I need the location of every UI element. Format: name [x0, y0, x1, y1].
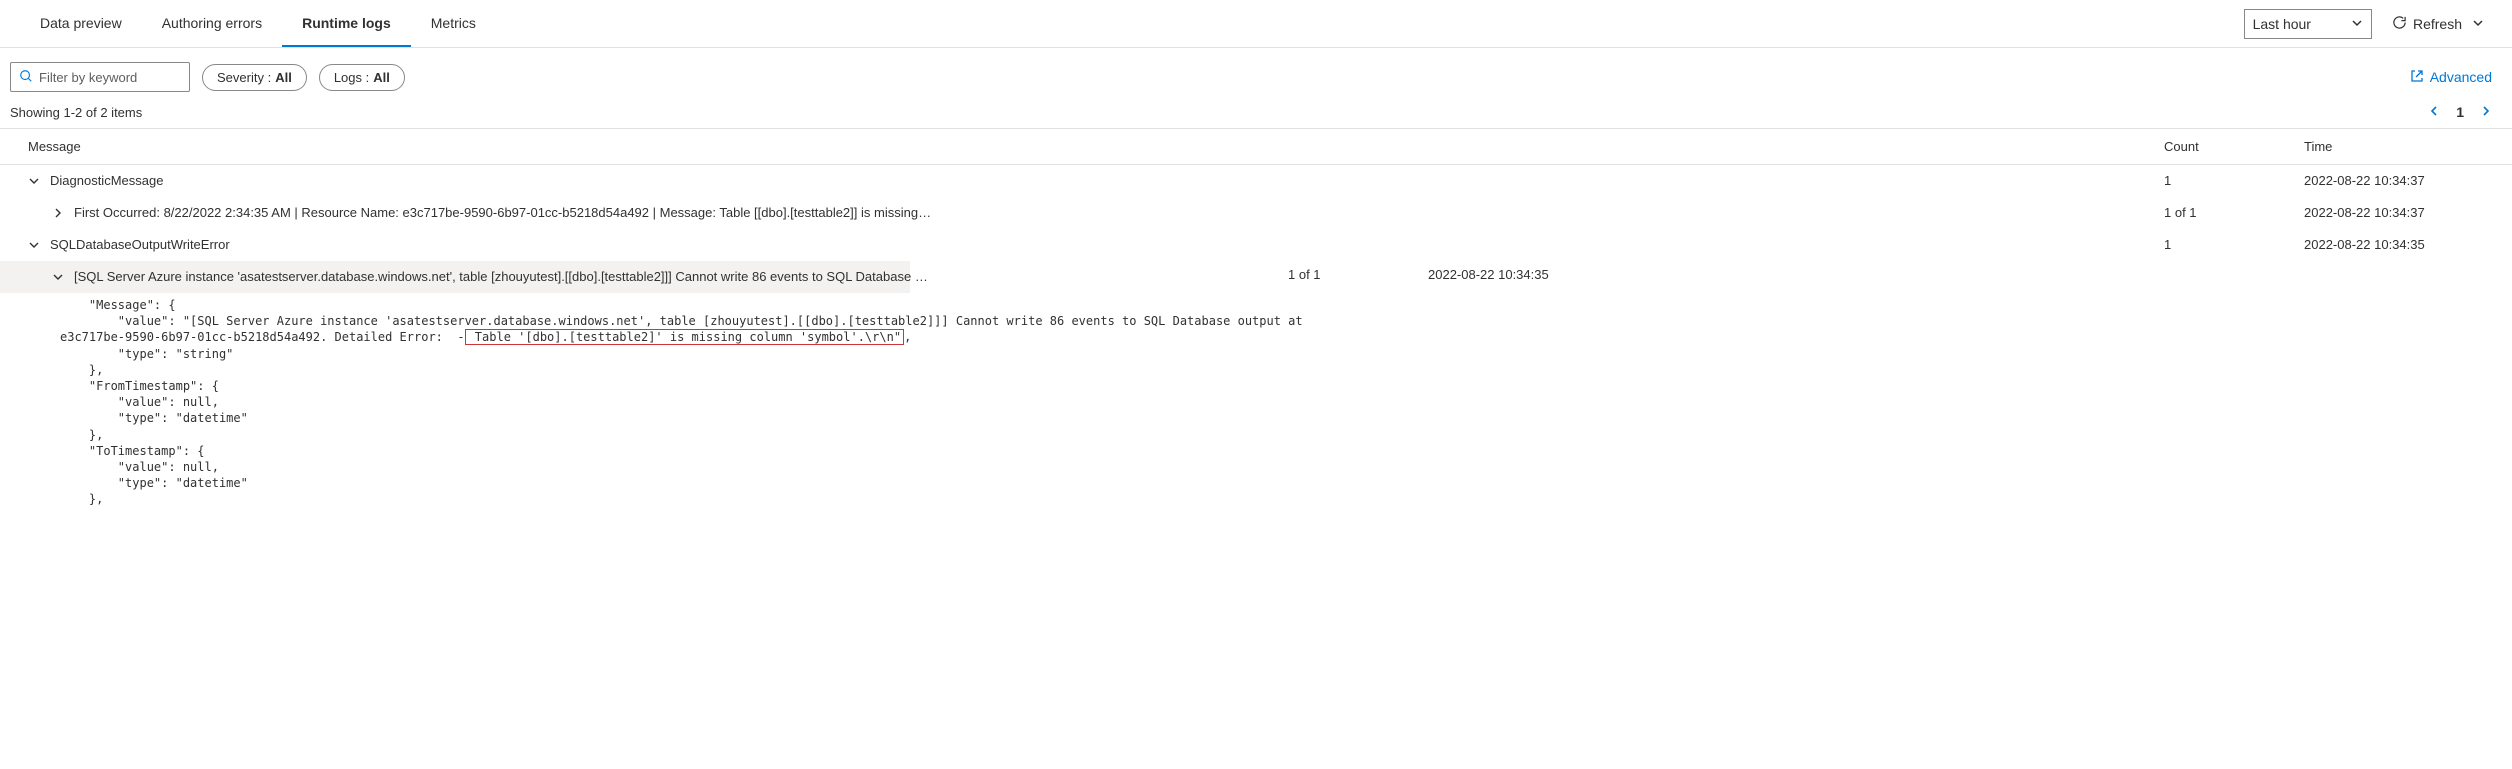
row-time: 2022-08-22 10:34:35	[1428, 259, 1608, 290]
time-range-label: Last hour	[2253, 16, 2311, 32]
refresh-label: Refresh	[2413, 16, 2462, 32]
table-row[interactable]: SQLDatabaseOutputWriteError 1 2022-08-22…	[0, 229, 2512, 261]
severity-label: Severity :	[217, 70, 271, 85]
filter-keyword-input[interactable]	[39, 70, 181, 85]
column-count: Count	[2164, 139, 2304, 154]
row-time: 2022-08-22 10:34:37	[2304, 173, 2484, 188]
column-time: Time	[2304, 139, 2484, 154]
table-row[interactable]: [SQL Server Azure instance 'asatestserve…	[0, 261, 910, 293]
row-count: 1	[2164, 173, 2304, 188]
pager-next[interactable]	[2480, 104, 2492, 120]
status-row: Showing 1-2 of 2 items 1	[0, 100, 2512, 128]
json-highlighted-error: Table '[dbo].[testtable2]' is missing co…	[465, 329, 904, 345]
pager: 1	[2428, 104, 2492, 120]
refresh-button[interactable]: Refresh	[2384, 11, 2492, 37]
json-detail: "Message": { "value": "[SQL Server Azure…	[0, 293, 2512, 515]
chevron-down-icon[interactable]	[52, 271, 64, 283]
severity-value: All	[275, 70, 292, 85]
time-range-dropdown[interactable]: Last hour	[2244, 9, 2372, 39]
advanced-link[interactable]: Advanced	[2410, 69, 2492, 86]
tabs-bar: Data preview Authoring errors Runtime lo…	[0, 0, 2512, 48]
filter-keyword-field[interactable]	[10, 62, 190, 92]
tab-runtime-logs[interactable]: Runtime logs	[282, 1, 411, 47]
toolbar: Severity : All Logs : All Advanced	[0, 48, 2512, 100]
row-message: First Occurred: 8/22/2022 2:34:35 AM | R…	[74, 205, 934, 220]
tab-authoring-errors[interactable]: Authoring errors	[142, 1, 282, 47]
row-count: 1 of 1	[1288, 259, 1428, 290]
tab-metrics[interactable]: Metrics	[411, 1, 496, 47]
chevron-down-icon	[2472, 16, 2484, 32]
row-time: 2022-08-22 10:34:37	[2304, 205, 2484, 220]
row-message: DiagnosticMessage	[50, 173, 910, 188]
logs-value: All	[373, 70, 390, 85]
chevron-right-icon[interactable]	[52, 207, 64, 219]
pager-prev[interactable]	[2428, 104, 2440, 120]
logs-filter[interactable]: Logs : All	[319, 64, 405, 91]
row-count: 1 of 1	[2164, 205, 2304, 220]
row-message: [SQL Server Azure instance 'asatestserve…	[74, 269, 934, 284]
search-icon	[19, 69, 39, 86]
json-post: , "type": "string" }, "FromTimestamp": {…	[60, 330, 911, 506]
logs-label: Logs :	[334, 70, 369, 85]
row-count: 1	[2164, 237, 2304, 252]
row-time: 2022-08-22 10:34:35	[2304, 237, 2484, 252]
tab-data-preview[interactable]: Data preview	[20, 1, 142, 47]
pager-current: 1	[2456, 104, 2464, 120]
table-row[interactable]: DiagnosticMessage 1 2022-08-22 10:34:37	[0, 165, 2512, 197]
refresh-icon	[2392, 15, 2407, 33]
chevron-down-icon	[2351, 16, 2363, 32]
row-message: SQLDatabaseOutputWriteError	[50, 237, 910, 252]
advanced-label: Advanced	[2430, 69, 2492, 85]
severity-filter[interactable]: Severity : All	[202, 64, 307, 91]
chevron-down-icon[interactable]	[28, 239, 40, 251]
table-row[interactable]: First Occurred: 8/22/2022 2:34:35 AM | R…	[0, 197, 2512, 229]
external-link-icon	[2410, 69, 2424, 86]
table-header: Message Count Time	[0, 128, 2512, 165]
column-message: Message	[28, 139, 2164, 154]
chevron-down-icon[interactable]	[28, 175, 40, 187]
showing-count: Showing 1-2 of 2 items	[10, 105, 142, 120]
